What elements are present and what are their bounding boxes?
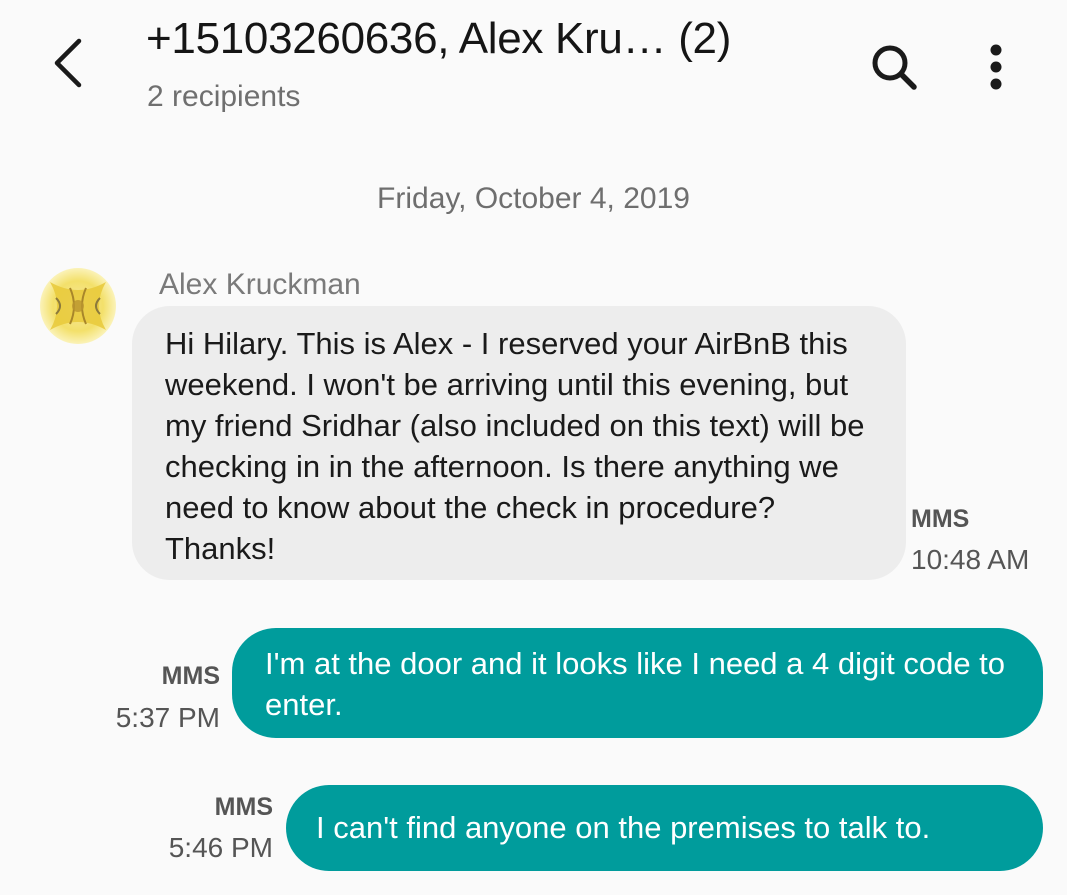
message-text: I can't find anyone on the premises to t…: [316, 810, 931, 845]
avatar[interactable]: [40, 268, 116, 344]
message-bubble-incoming[interactable]: Hi Hilary. This is Alex - I reserved you…: [132, 306, 906, 580]
message-time: 5:37 PM: [115, 702, 220, 733]
message-text: Hi Hilary. This is Alex - I reserved you…: [165, 326, 865, 566]
sender-name: Alex Kruckman: [159, 268, 361, 301]
message-type: MMS: [214, 793, 273, 821]
back-button[interactable]: [38, 30, 98, 96]
message-bubble-outgoing[interactable]: I'm at the door and it looks like I need…: [232, 628, 1043, 738]
message-bubble-outgoing[interactable]: I can't find anyone on the premises to t…: [286, 785, 1043, 871]
conversation-title[interactable]: +15103260636, Alex Kru… (2): [146, 14, 731, 64]
message-type: MMS: [161, 662, 220, 690]
search-icon: [872, 45, 917, 90]
message-type: MMS: [911, 505, 970, 533]
message-text: I'm at the door and it looks like I need…: [265, 646, 1006, 722]
recipients-count: 2 recipients: [147, 80, 301, 113]
message-time: 5:46 PM: [168, 832, 273, 863]
more-vert-icon: [990, 44, 1002, 90]
more-options-button[interactable]: [966, 34, 1026, 100]
date-separator: Friday, October 4, 2019: [377, 182, 690, 215]
chevron-left-icon: [54, 38, 82, 88]
message-time: 10:48 AM: [911, 544, 1030, 575]
avatar-image: [40, 268, 116, 344]
search-button[interactable]: [858, 34, 930, 100]
